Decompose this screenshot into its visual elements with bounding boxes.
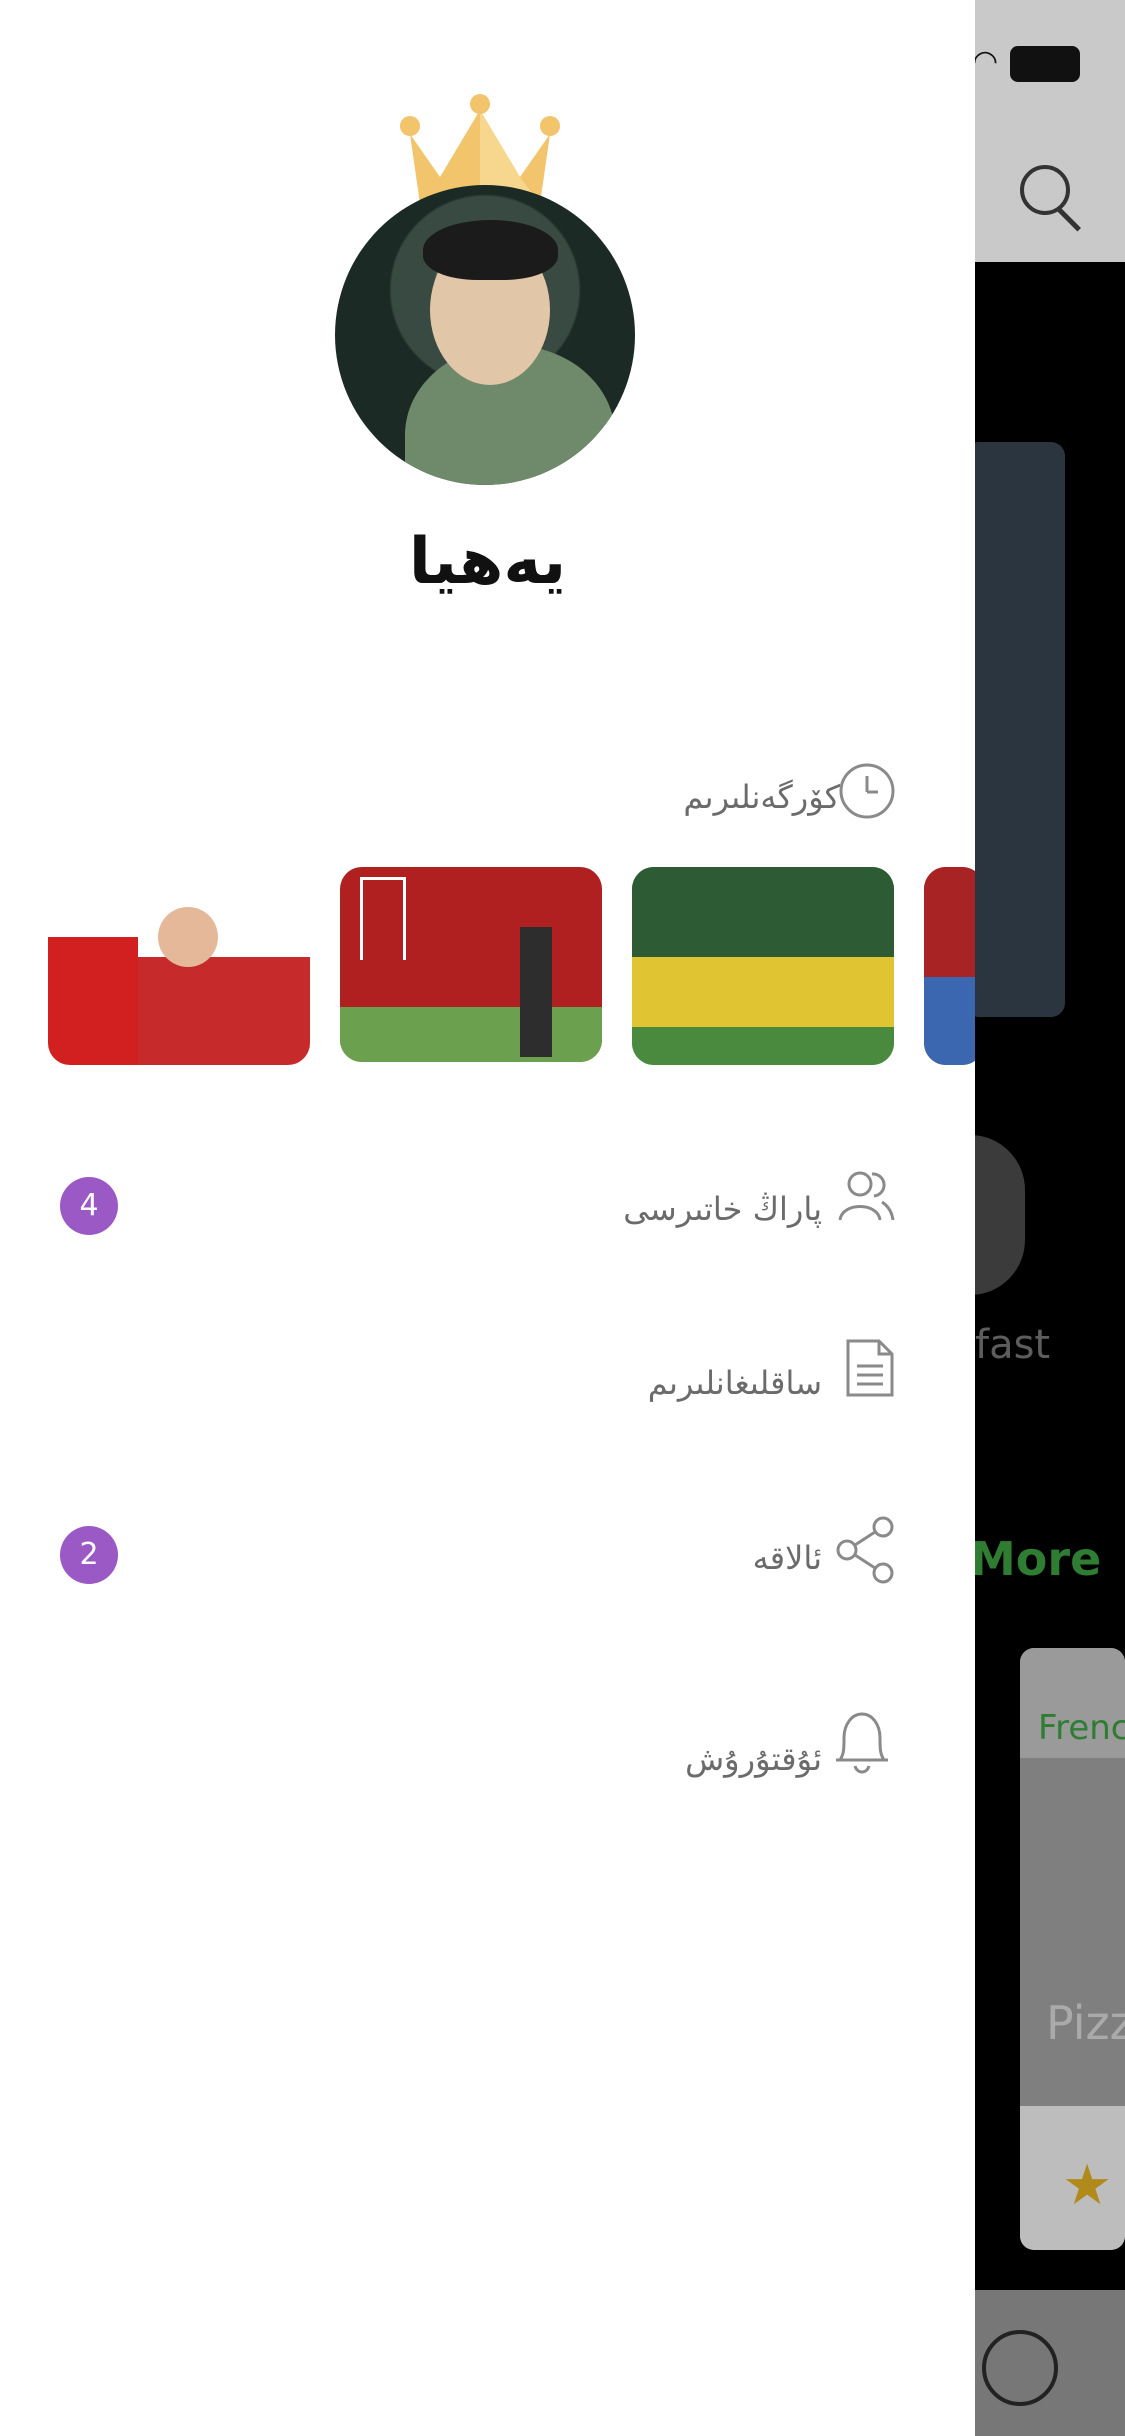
thumb-blue-shorts: [924, 977, 975, 1065]
battery-icon: [1010, 46, 1080, 82]
side-drawer: يەھيا كۆرگەنلىرىم 4 پاراڭ خاتىرسى ساقلىغ…: [0, 0, 975, 2436]
menu-notifications-label: ئۇقتۇرۇش: [685, 1740, 822, 1778]
food-card[interactable]: Frenc Pizz ★: [1020, 1648, 1125, 2250]
clock-icon: [838, 762, 896, 820]
chat-count-badge: 4: [60, 1177, 118, 1235]
card-tag: Frenc: [1038, 1708, 1125, 1748]
thumbnail-coach[interactable]: [340, 867, 602, 1062]
users-icon: [836, 1168, 896, 1224]
menu-saved-label: ساقلىغانلىرىم: [647, 1364, 822, 1402]
category-label: fast: [975, 1322, 1051, 1368]
contact-count-badge: 2: [60, 1526, 118, 1584]
menu-contact[interactable]: 2 ئالاقە: [0, 1515, 975, 1597]
thumb-coach-figure: [520, 927, 552, 1057]
document-icon: [845, 1338, 895, 1398]
thumb-pitch: [340, 1007, 602, 1062]
menu-chat-history-label: پاراڭ خاتىرسى: [623, 1190, 822, 1228]
thumb-red-shirts: [924, 867, 975, 977]
thumb-stands: [632, 867, 894, 957]
card-title: Pizz: [1046, 1996, 1125, 2050]
bell-icon: [830, 1706, 894, 1778]
thumb-players: [632, 957, 894, 1027]
menu-chat-history[interactable]: 4 پاراڭ خاتىرسى: [0, 1168, 975, 1248]
menu-notifications[interactable]: ئۇقتۇرۇش: [0, 1712, 975, 1798]
history-thumbnails: [48, 867, 975, 1067]
history-label[interactable]: كۆرگەنلىرىم: [683, 778, 840, 816]
username: يەھيا: [408, 525, 567, 599]
thumbnail-team[interactable]: [632, 867, 894, 1065]
share-icon: [835, 1515, 897, 1585]
app-header: [975, 0, 1125, 262]
more-link[interactable]: More: [970, 1532, 1101, 1586]
wifi-icon: ◠: [972, 44, 999, 79]
search-icon[interactable]: [1020, 165, 1070, 215]
clock-tab-icon[interactable]: [982, 2330, 1058, 2406]
thumb-grass: [632, 1027, 894, 1065]
thumb-fan-face: [158, 907, 218, 967]
app-banner[interactable]: [965, 442, 1065, 1017]
thumb-fans-shirts: [138, 957, 310, 1065]
star-icon: ★: [1062, 2153, 1113, 2218]
menu-contact-label: ئالاقە: [752, 1539, 822, 1577]
thumbnail-team-2[interactable]: [924, 867, 975, 1065]
avatar-hair: [423, 220, 558, 280]
menu-saved[interactable]: ساقلىغانلىرىم: [0, 1339, 975, 1422]
avatar[interactable]: [335, 185, 635, 485]
thumbnail-fans[interactable]: [48, 867, 310, 1065]
thumb-logo: [360, 877, 406, 960]
thumb-flag: [48, 937, 138, 1065]
